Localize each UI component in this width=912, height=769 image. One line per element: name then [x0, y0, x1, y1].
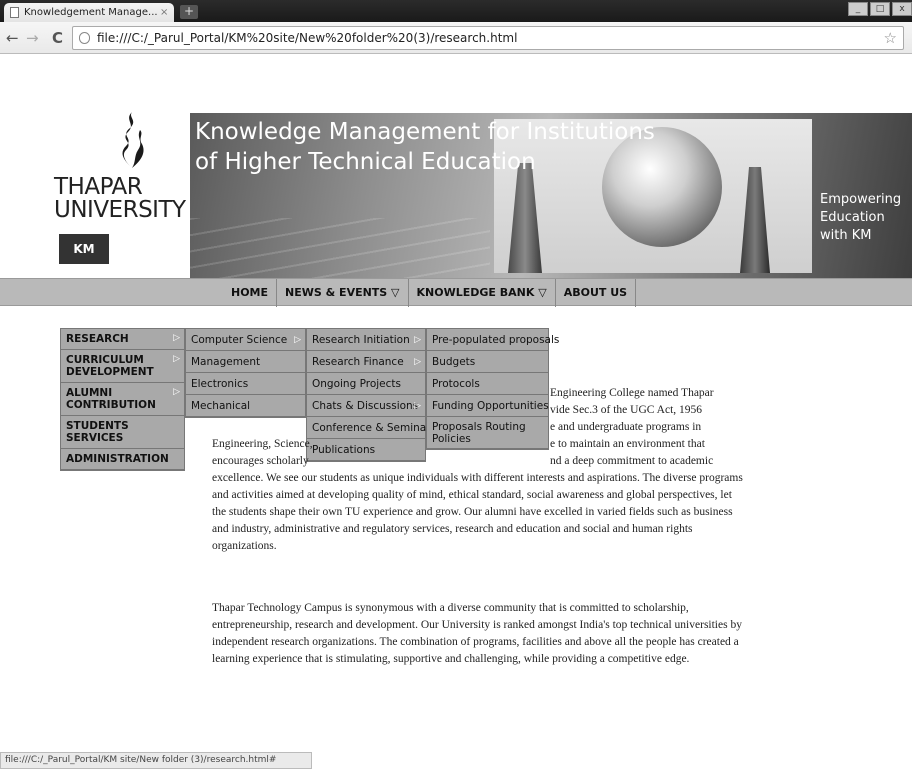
menu-item-budgets[interactable]: Budgets [427, 351, 548, 373]
sidebar-item-label: RESEARCH [66, 333, 129, 345]
submenu-arrow-icon: ▷ [173, 333, 180, 343]
tagline-line-2: Education [820, 210, 885, 225]
menu-item-research-initiation[interactable]: Research Initiation ▷ [307, 329, 425, 351]
banner-decoration [190, 218, 490, 278]
sidebar-item-students-services[interactable]: STUDENTS SERVICES [61, 416, 184, 449]
browser-tab-strip: Knowledgement Manage... × + _ □ x [0, 0, 912, 22]
menu-item-label: Research Finance [312, 356, 404, 368]
submenu-arrow-icon: ▷ [173, 354, 180, 364]
paragraph-line: Engineering College named Thapar [550, 387, 714, 399]
minimize-icon[interactable]: _ [848, 2, 868, 16]
paragraph-line: e and undergraduate programs in [550, 421, 702, 433]
sidebar-item-label: ALUMNI CONTRIBUTION [66, 387, 156, 411]
paragraph-line: excellence. We see our students as uniqu… [212, 472, 743, 484]
page-info-icon[interactable] [79, 32, 90, 44]
tagline-line-3: with KM [820, 228, 872, 243]
paragraph-line: Engineering, Science, e to maintain an en… [212, 436, 709, 453]
tower-graphic-left [508, 163, 542, 273]
banner-title: Knowledge Management for Institutions of… [195, 117, 655, 177]
submenu-arrow-icon: ▷ [173, 387, 180, 397]
window-controls: _ □ x [848, 2, 912, 16]
paragraph-line: the students shape their own TU experien… [212, 506, 733, 518]
nav-item-news-events[interactable]: NEWS & EVENTS ▽ [277, 279, 409, 307]
paragraph-line: and industry, administrative and regulat… [212, 523, 693, 535]
banner-title-line-2: of Higher Technical Education [195, 149, 536, 175]
sidebar-item-label: STUDENTS SERVICES [66, 420, 129, 444]
intro-paragraph: Engineering College named Thapar vide Sec… [212, 385, 743, 555]
menu-item-label: Budgets [432, 356, 476, 368]
km-badge: KM [59, 234, 109, 264]
paragraph-line: nd a deep commitment to academic [550, 455, 714, 467]
paragraph-line: entrepreneurship, research and developme… [212, 619, 742, 631]
nav-item-about-us[interactable]: ABOUT US [556, 279, 637, 307]
new-tab-button[interactable]: + [180, 5, 198, 19]
tower-graphic-right [740, 167, 770, 273]
menu-item-label: Computer Science [191, 334, 288, 346]
page-icon [10, 7, 19, 18]
reload-icon[interactable]: C [52, 29, 63, 47]
browser-tab[interactable]: Knowledgement Manage... × [4, 3, 174, 22]
flame-logo-icon [122, 112, 144, 168]
nav-item-knowledge-bank[interactable]: KNOWLEDGE BANK ▽ [409, 279, 556, 307]
sidebar-item-research[interactable]: RESEARCH ▷ [61, 329, 184, 350]
sidebar-item-label: CURRICULUM DEVELOPMENT [66, 354, 154, 378]
banner-title-line-1: Knowledge Management for Institutions [195, 119, 655, 145]
sidebar-item-curriculum-development[interactable]: CURRICULUM DEVELOPMENT ▷ [61, 350, 184, 383]
paragraph-line: organizations. [212, 540, 277, 552]
browser-toolbar: ← → C file:///C:/_Parul_Portal/KM%20site… [0, 22, 912, 54]
close-window-icon[interactable]: x [892, 2, 912, 16]
address-bar[interactable]: file:///C:/_Parul_Portal/KM%20site/New%2… [72, 26, 904, 50]
header-banner: Knowledge Management for Institutions of… [190, 113, 912, 278]
url-text: file:///C:/_Parul_Portal/KM%20site/New%2… [97, 31, 518, 45]
menu-item-pre-populated-proposals[interactable]: Pre-populated proposals [427, 329, 559, 351]
paragraph-line: encourages scholarly nd a deep commitment… [212, 453, 713, 470]
nav-item-home[interactable]: HOME [223, 279, 278, 307]
main-nav-bar: HOME NEWS & EVENTS ▽ KNOWLEDGE BANK ▽ ABOUT… [0, 278, 912, 307]
paragraph-line: vide Sec.3 of the UGC Act, 1956 [550, 404, 703, 416]
menu-item-computer-science[interactable]: Computer Science ▷ [186, 329, 305, 351]
logo-wordmark: THAPAR UNIVERSITY [54, 176, 186, 222]
menu-item-label: Research Initiation [312, 334, 410, 346]
maximize-icon[interactable]: □ [870, 2, 890, 16]
submenu-arrow-icon: ▷ [414, 357, 421, 367]
menu-item-label: Pre-populated proposals [432, 334, 560, 346]
submenu-arrow-icon: ▷ [294, 335, 301, 345]
paragraph-line: Engineering, Science, [212, 438, 313, 450]
bookmark-star-icon[interactable]: ☆ [884, 27, 897, 49]
paragraph-line: learning experience that is stimulating,… [212, 653, 690, 665]
sidebar-menu: RESEARCH ▷ CURRICULUM DEVELOPMENT ▷ ALUMNI C… [60, 328, 185, 471]
tagline: Empowering Education with KM [820, 191, 901, 245]
forward-arrow-icon[interactable]: → [26, 29, 39, 47]
campus-paragraph: Thapar Technology Campus is synonymous w… [212, 600, 742, 668]
back-arrow-icon[interactable]: ← [6, 29, 19, 47]
sidebar-item-label: ADMINISTRATION [66, 453, 169, 465]
logo-line-2: UNIVERSITY [54, 197, 186, 223]
tab-title: Knowledgement Manage... [24, 7, 158, 18]
sidebar-item-alumni-contribution[interactable]: ALUMNI CONTRIBUTION ▷ [61, 383, 184, 416]
menu-item-label: Management [191, 356, 261, 368]
submenu-arrow-icon: ▷ [414, 335, 421, 345]
main-nav: HOME NEWS & EVENTS ▽ KNOWLEDGE BANK ▽ ABOUT… [223, 279, 637, 307]
tab-close-icon[interactable]: × [160, 7, 174, 18]
menu-item-management[interactable]: Management [186, 351, 305, 373]
paragraph-line: Thapar Technology Campus is synonymous w… [212, 602, 689, 614]
paragraph-line: and activities aimed at developing quali… [212, 489, 732, 501]
logo-line-1: THAPAR [54, 174, 143, 200]
sidebar-item-administration[interactable]: ADMINISTRATION [61, 449, 184, 470]
paragraph-line: e to maintain an environment that [550, 438, 705, 450]
paragraph-line: encourages scholarly [212, 455, 309, 467]
status-bar: file:///C:/_Parul_Portal/KM site/New fol… [0, 752, 312, 769]
tagline-line-1: Empowering [820, 192, 902, 207]
menu-item-research-finance[interactable]: Research Finance ▷ [307, 351, 425, 373]
paragraph-line: independent research organizations. The … [212, 636, 739, 648]
